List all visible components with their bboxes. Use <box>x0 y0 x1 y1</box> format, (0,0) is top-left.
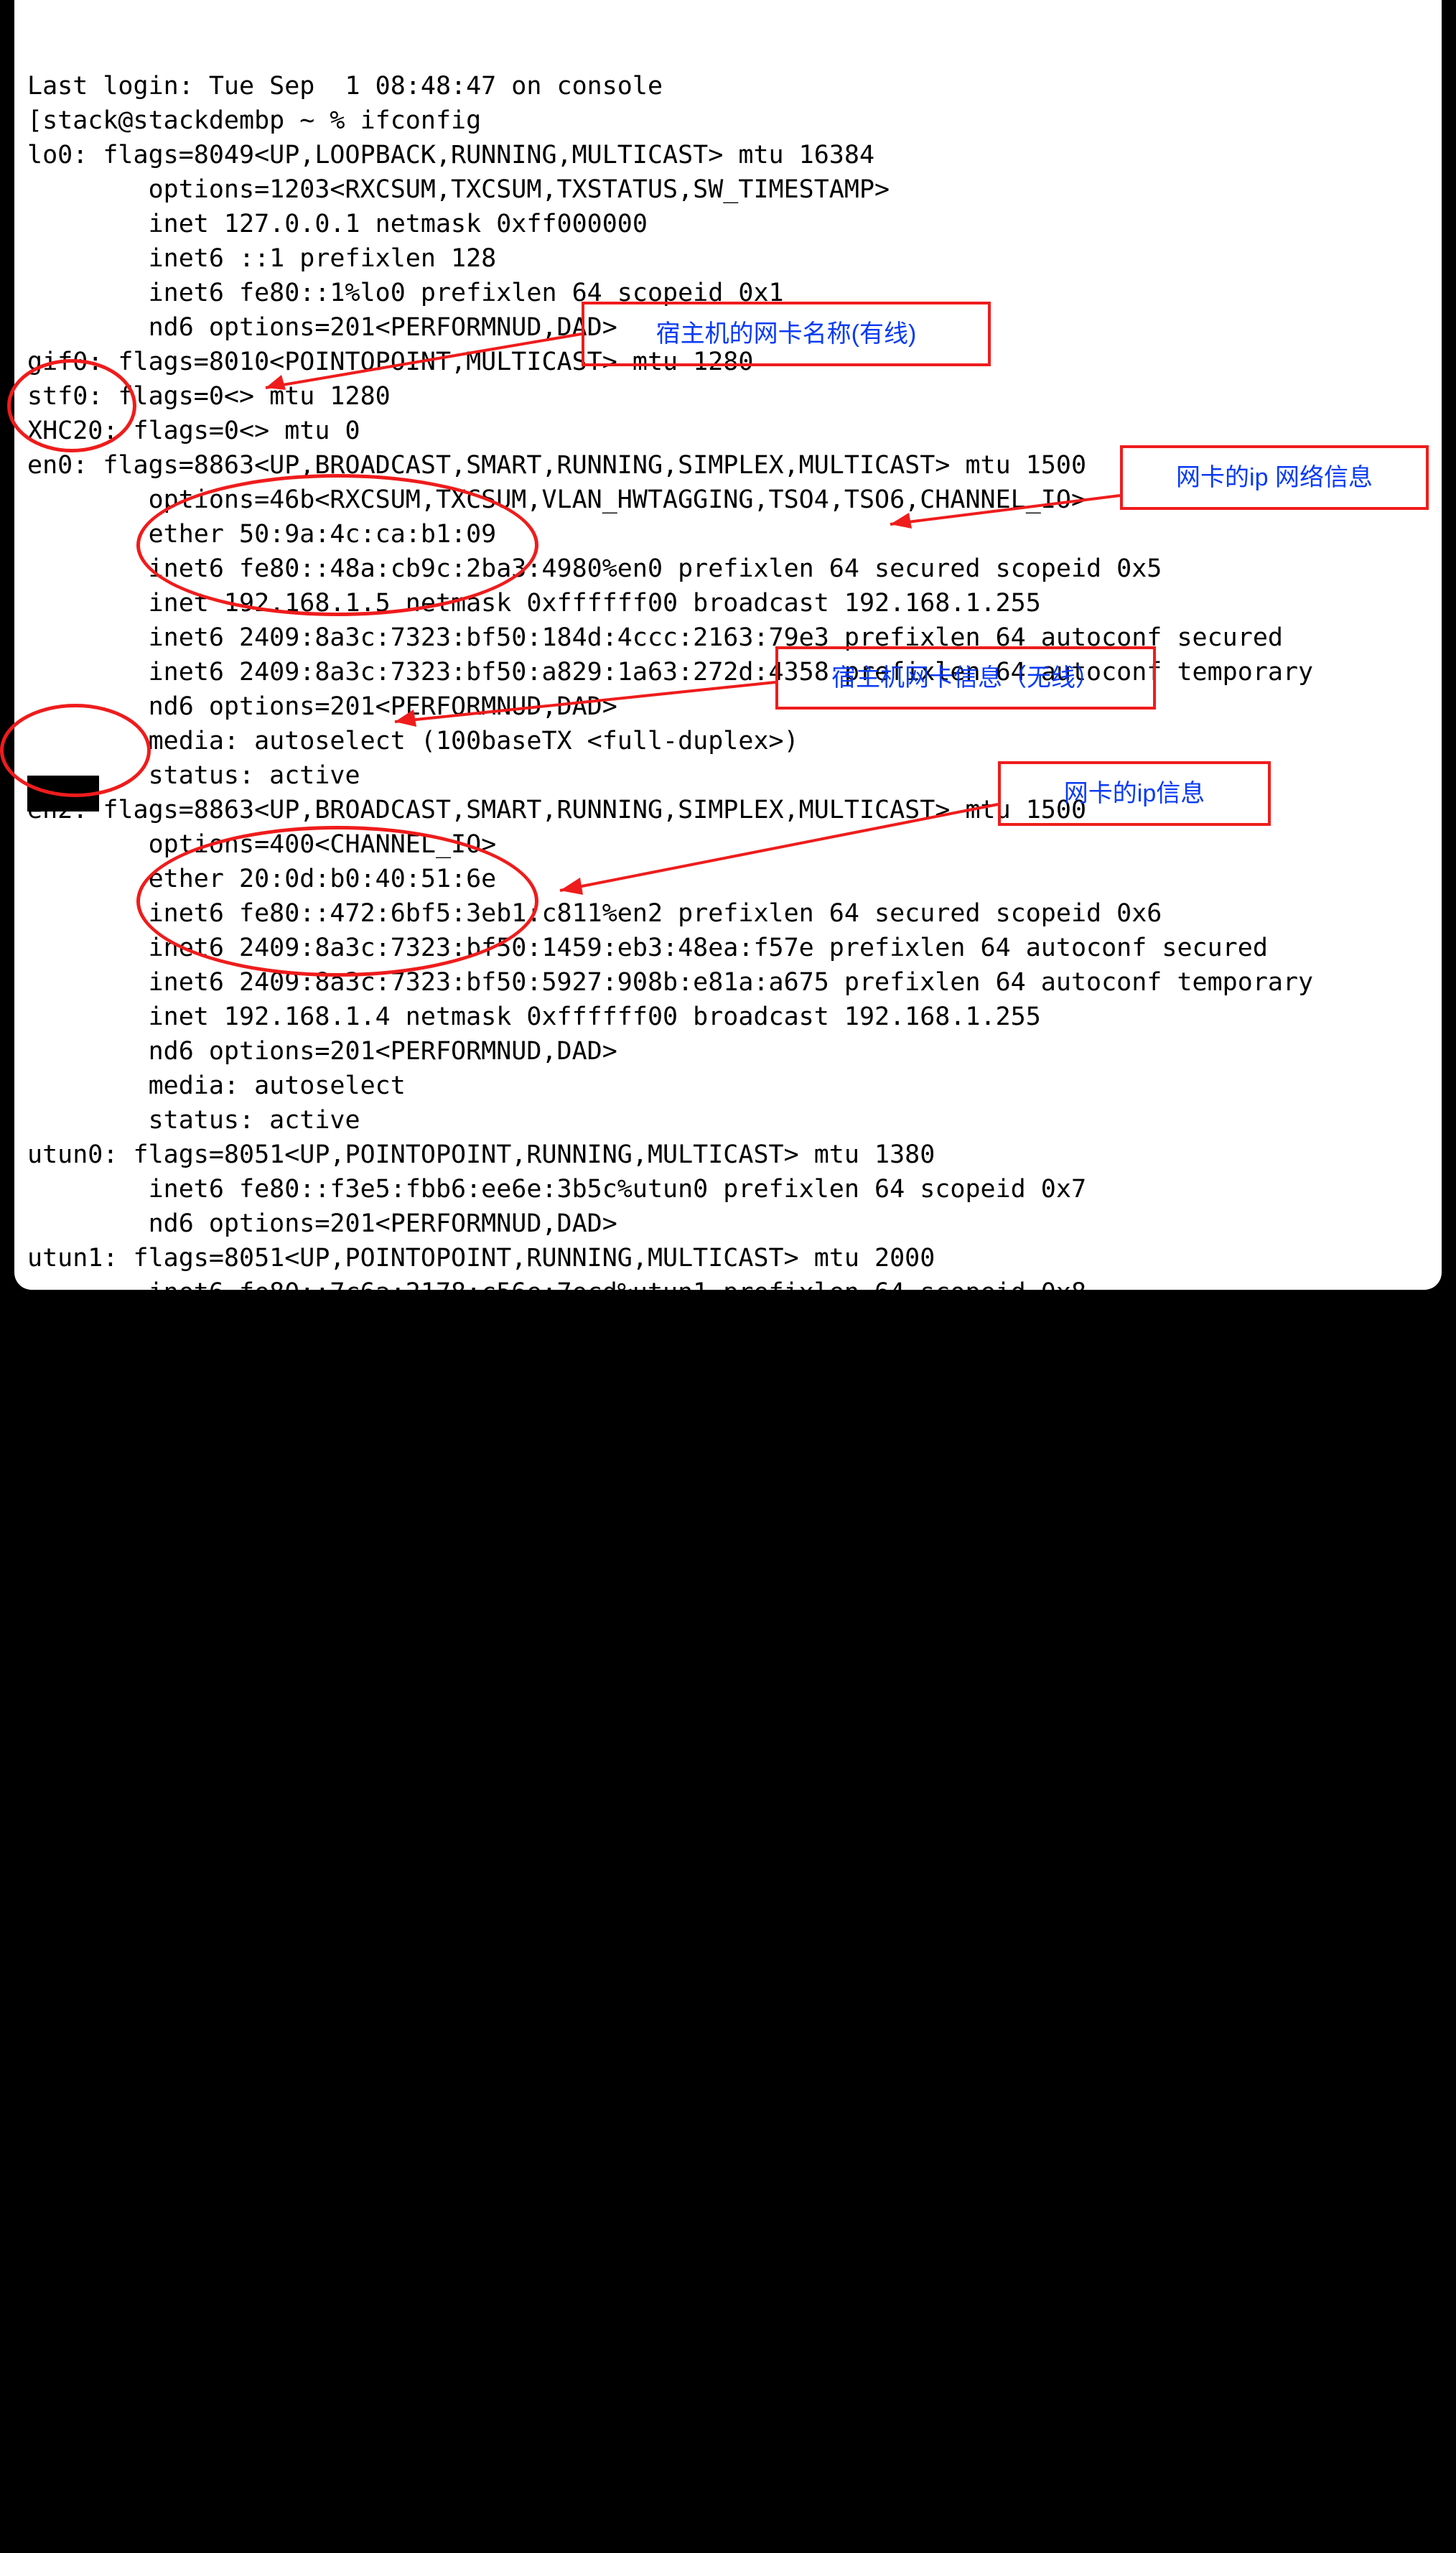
annotation-nic-ip-info: 网卡的ip信息 <box>998 761 1271 826</box>
terminal-line: inet6 fe80::48a:cb9c:2ba3:4980%en0 prefi… <box>27 552 1429 586</box>
terminal-line: XHC20: flags=0<> mtu 0 <box>27 414 1429 448</box>
terminal-line: nd6 options=201<PERFORMNUD,DAD> <box>27 1034 1429 1069</box>
terminal-window[interactable]: Last login: Tue Sep 1 08:48:47 on consol… <box>14 0 1442 1290</box>
annotation-host-nic-wireless: 宿主机网卡信息（无线） <box>775 646 1156 710</box>
annotation-nic-ip-network: 网卡的ip 网络信息 <box>1120 445 1429 510</box>
terminal-line: ether 50:9a:4c:ca:b1:09 <box>27 517 1429 552</box>
terminal-line: inet6 2409:8a3c:7323:bf50:a829:1a63:272d… <box>27 655 1429 689</box>
terminal-line: inet6 fe80::472:6bf5:3eb1:c811%en2 prefi… <box>27 896 1429 931</box>
terminal-line: inet6 2409:8a3c:7323:bf50:5927:908b:e81a… <box>27 965 1429 1000</box>
terminal-line: inet6 2409:8a3c:7323:bf50:1459:eb3:48ea:… <box>27 931 1429 965</box>
terminal-line: nd6 options=201<PERFORMNUD,DAD> <box>27 1206 1429 1241</box>
terminal-cursor <box>57 1418 70 1445</box>
terminal-line: inet6 fe80::7c6a:2178:c56e:7ecd%utun1 pr… <box>27 1275 1429 1310</box>
terminal-line: inet 127.0.0.1 netmask 0xff000000 <box>27 207 1429 241</box>
redaction-block <box>27 776 99 812</box>
terminal-line: stack@stackdembp ~ % <box>27 1344 1429 1379</box>
annotation-host-nic-wired: 宿主机的网卡名称(有线) <box>582 302 991 366</box>
terminal-line: media: autoselect <box>27 1069 1429 1103</box>
terminal-output: Last login: Tue Sep 1 08:48:47 on consol… <box>27 69 1429 1379</box>
terminal-line: options=1203<RXCSUM,TXCSUM,TXSTATUS,SW_T… <box>27 172 1429 207</box>
terminal-line: inet6 fe80::f3e5:fbb6:ee6e:3b5c%utun0 pr… <box>27 1172 1429 1206</box>
terminal-line: ether 20:0d:b0:40:51:6e <box>27 862 1429 896</box>
terminal-line: utun0: flags=8051<UP,POINTOPOINT,RUNNING… <box>27 1138 1429 1172</box>
terminal-line: utun1: flags=8051<UP,POINTOPOINT,RUNNING… <box>27 1241 1429 1275</box>
terminal-line: nd6 options=201<PERFORMNUD,DAD> <box>27 689 1429 724</box>
terminal-line: status: active <box>27 1103 1429 1138</box>
terminal-line: inet6 2409:8a3c:7323:bf50:184d:4ccc:2163… <box>27 620 1429 655</box>
terminal-line: inet6 ::1 prefixlen 128 <box>27 241 1429 276</box>
terminal-line: [stack@stackdembp ~ % ifconfig <box>27 103 1429 138</box>
terminal-line: nd6 options=201<PERFORMNUD,DAD> <box>27 1310 1429 1344</box>
terminal-line: Last login: Tue Sep 1 08:48:47 on consol… <box>27 69 1429 103</box>
terminal-line: inet 192.168.1.5 netmask 0xffffff00 broa… <box>27 586 1429 620</box>
terminal-line: options=400<CHANNEL_IO> <box>27 827 1429 862</box>
terminal-line: media: autoselect (100baseTX <full-duple… <box>27 724 1429 758</box>
terminal-line: inet 192.168.1.4 netmask 0xffffff00 broa… <box>27 1000 1429 1034</box>
terminal-line: stf0: flags=0<> mtu 1280 <box>27 379 1429 414</box>
terminal-line: lo0: flags=8049<UP,LOOPBACK,RUNNING,MULT… <box>27 138 1429 172</box>
